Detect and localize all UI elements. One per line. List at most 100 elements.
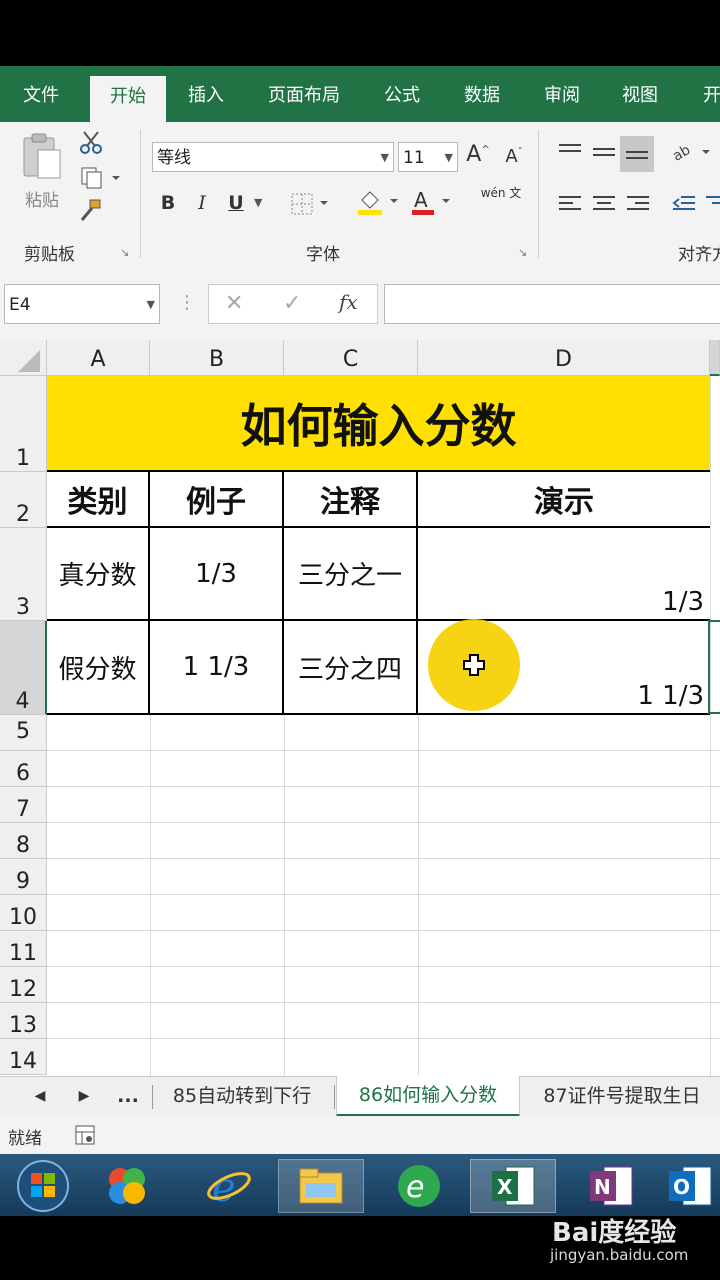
tab-page-layout[interactable]: 页面布局 bbox=[258, 66, 350, 122]
worksheet-grid[interactable]: A B C D 1 2 3 4 5 6 7 8 9 10 11 12 13 14… bbox=[0, 340, 720, 1076]
formula-input[interactable] bbox=[384, 284, 720, 324]
align-left-icon[interactable] bbox=[556, 194, 584, 218]
file-explorer-icon[interactable] bbox=[278, 1159, 364, 1213]
row-header[interactable]: 12 bbox=[0, 967, 47, 1003]
fill-color-icon[interactable] bbox=[356, 186, 402, 220]
header-cell[interactable]: 类别 bbox=[47, 472, 150, 528]
align-top-icon[interactable] bbox=[556, 142, 584, 166]
font-launcher-icon[interactable]: ↘ bbox=[518, 246, 527, 259]
row-header[interactable]: 6 bbox=[0, 751, 47, 787]
format-painter-icon[interactable] bbox=[76, 198, 106, 226]
table-cell[interactable]: 三分之一 bbox=[284, 528, 418, 621]
tab-home[interactable]: 开始 bbox=[90, 76, 166, 122]
alignment-group-label: 对齐方 bbox=[678, 245, 720, 265]
header-cell[interactable]: 例子 bbox=[150, 472, 284, 528]
gridline bbox=[150, 715, 151, 1076]
select-all-corner[interactable] bbox=[0, 340, 47, 376]
table-cell[interactable]: 1 1/3 bbox=[150, 621, 284, 715]
increase-font-icon[interactable]: A^ bbox=[464, 142, 492, 167]
clipboard-launcher-icon[interactable]: ↘ bbox=[120, 246, 129, 259]
cancel-icon[interactable]: ✕ bbox=[225, 289, 243, 319]
increase-indent-icon[interactable] bbox=[704, 194, 720, 218]
row-header[interactable]: 5 bbox=[0, 715, 47, 751]
column-header-a[interactable]: A bbox=[47, 340, 150, 376]
selected-cell-e4[interactable] bbox=[708, 620, 720, 714]
windows-start-icon[interactable] bbox=[0, 1159, 86, 1213]
italic-button[interactable]: I bbox=[190, 192, 214, 214]
column-header-b[interactable]: B bbox=[150, 340, 284, 376]
table-cell[interactable]: 真分数 bbox=[47, 528, 150, 621]
tab-insert[interactable]: 插入 bbox=[176, 66, 236, 122]
row-header[interactable]: 9 bbox=[0, 859, 47, 895]
macro-record-icon[interactable] bbox=[74, 1124, 96, 1150]
sheet-tab-active[interactable]: 86如何输入分数 bbox=[336, 1076, 520, 1117]
row-header[interactable]: 10 bbox=[0, 895, 47, 931]
ie-refresh-icon[interactable]: e bbox=[376, 1159, 462, 1213]
decrease-indent-icon[interactable] bbox=[670, 194, 698, 218]
column-header-e[interactable] bbox=[710, 340, 720, 376]
tab-formulas[interactable]: 公式 bbox=[372, 66, 432, 122]
align-center-icon[interactable] bbox=[590, 194, 618, 218]
header-cell[interactable]: 演示 bbox=[418, 472, 710, 528]
insert-function-button[interactable]: fx bbox=[339, 287, 358, 317]
font-color-icon[interactable]: A bbox=[410, 186, 456, 220]
paste-button[interactable]: 粘贴 bbox=[18, 132, 66, 226]
column-header-d[interactable]: D bbox=[418, 340, 710, 376]
chevron-down-icon: ▼ bbox=[380, 151, 389, 164]
svg-text:O: O bbox=[673, 1175, 690, 1199]
enter-icon[interactable]: ✓ bbox=[283, 289, 301, 319]
decrease-font-icon[interactable]: Aˇ bbox=[500, 146, 528, 167]
column-header-c[interactable]: C bbox=[284, 340, 418, 376]
scroll-left-icon[interactable]: ◀ bbox=[30, 1077, 50, 1115]
title-cell[interactable]: 如何输入分数 bbox=[47, 376, 710, 472]
excel-icon[interactable]: X bbox=[470, 1159, 556, 1213]
table-cell[interactable]: 三分之四 bbox=[284, 621, 418, 715]
tab-review[interactable]: 审阅 bbox=[532, 66, 592, 122]
internet-explorer-icon[interactable]: e bbox=[186, 1159, 272, 1213]
underline-button[interactable]: U bbox=[224, 192, 248, 214]
cut-icon[interactable] bbox=[76, 130, 106, 158]
tab-file[interactable]: 文件 bbox=[10, 66, 72, 122]
row-header[interactable]: 1 bbox=[0, 376, 47, 472]
table-cell[interactable]: 1/3 bbox=[418, 528, 710, 621]
outlook-icon[interactable]: O bbox=[660, 1159, 720, 1213]
table-cell[interactable]: 假分数 bbox=[47, 621, 150, 715]
row-header[interactable]: 8 bbox=[0, 823, 47, 859]
align-bottom-icon[interactable] bbox=[620, 136, 654, 172]
tab-view[interactable]: 视图 bbox=[610, 66, 670, 122]
row-header[interactable]: 13 bbox=[0, 1003, 47, 1039]
row-number: 1 bbox=[16, 446, 30, 471]
tab-data[interactable]: 数据 bbox=[452, 66, 512, 122]
orientation-icon[interactable]: ab bbox=[670, 140, 714, 168]
name-box[interactable]: E4 ▼ bbox=[4, 284, 160, 324]
header-cell[interactable]: 注释 bbox=[284, 472, 418, 528]
more-sheets-button[interactable]: ... bbox=[110, 1077, 146, 1115]
name-box-value: E4 bbox=[9, 295, 31, 315]
row-header[interactable]: 4 bbox=[0, 621, 47, 715]
sheet-tab[interactable]: 85自动转到下行 bbox=[156, 1077, 328, 1115]
borders-icon[interactable] bbox=[290, 192, 330, 220]
font-size-select[interactable]: 11 ▼ bbox=[398, 142, 458, 172]
row-header[interactable]: 2 bbox=[0, 472, 47, 528]
windows-taskbar: e e X N O bbox=[0, 1154, 720, 1216]
row-header[interactable]: 14 bbox=[0, 1039, 47, 1075]
scroll-right-icon[interactable]: ▶ bbox=[74, 1077, 94, 1115]
table-cell[interactable]: 1/3 bbox=[150, 528, 284, 621]
font-name-value: 等线 bbox=[157, 148, 191, 168]
onenote-icon[interactable]: N bbox=[568, 1159, 654, 1213]
row-header[interactable]: 11 bbox=[0, 931, 47, 967]
chevron-down-icon[interactable]: ▼ bbox=[254, 196, 262, 209]
row-header[interactable]: 3 bbox=[0, 528, 47, 621]
tab-developer[interactable]: 开 bbox=[692, 66, 720, 122]
font-name-select[interactable]: 等线 ▼ bbox=[152, 142, 394, 172]
row-header[interactable]: 7 bbox=[0, 787, 47, 823]
align-right-icon[interactable] bbox=[624, 194, 652, 218]
bold-button[interactable]: B bbox=[156, 192, 180, 214]
copy-icon[interactable] bbox=[76, 164, 124, 192]
align-middle-icon[interactable] bbox=[590, 142, 618, 166]
phonetic-guide-button[interactable]: wén 文 bbox=[476, 186, 526, 200]
media-center-icon[interactable] bbox=[84, 1159, 170, 1213]
sheet-tab[interactable]: 87证件号提取生日 bbox=[524, 1077, 720, 1115]
gridline bbox=[47, 786, 720, 787]
row-number: 14 bbox=[9, 1049, 37, 1074]
